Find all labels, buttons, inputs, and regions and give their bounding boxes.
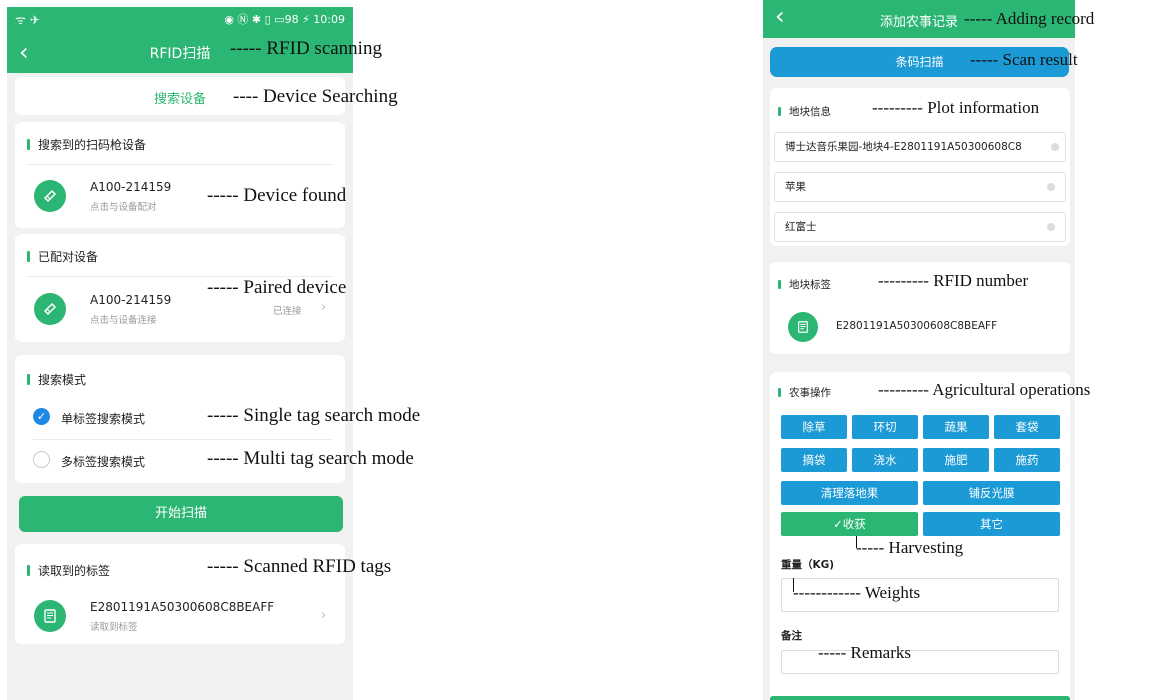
annotation-rfid-scanning: ----- RFID scanning (230, 38, 382, 59)
annotation-scanned-tags: ----- Scanned RFID tags (207, 556, 392, 577)
annotation-harvesting: ----- Harvesting (856, 538, 964, 557)
annotation-multi-mode: ----- Multi tag search mode (207, 448, 414, 469)
scanner-icon (34, 293, 66, 325)
annotation-device-found: ----- Device found (207, 185, 347, 206)
annotation-device-searching: ---- Device Searching (233, 86, 398, 107)
tag-document-icon (34, 600, 66, 632)
mode-label: 单标签搜索模式 (61, 412, 146, 426)
device-subtitle: 点击与设备连接 (90, 315, 157, 326)
variety-field[interactable]: 红富士 (774, 212, 1066, 242)
weight-label: 重量（KG) (781, 559, 835, 571)
op-unbagging-button[interactable]: 摘袋 (781, 448, 847, 472)
crop-field[interactable]: 苹果 (774, 172, 1066, 202)
mode-label: 多标签搜索模式 (61, 455, 146, 469)
annotation-weights: ------------ Weights (793, 583, 921, 602)
section-title: 搜索到的扫码枪设备 (27, 136, 146, 153)
start-scan-button[interactable]: 开始扫描 (19, 496, 343, 532)
tag-subtitle: 读取到标签 (90, 622, 138, 633)
clear-icon[interactable] (1047, 183, 1055, 191)
section-title: 农事操作 (778, 385, 831, 400)
radio-checked-icon: ✓ (33, 408, 50, 425)
op-weeding-button[interactable]: 除草 (781, 415, 847, 439)
annotation-single-mode: ----- Single tag search mode (207, 405, 421, 426)
op-bagging-button[interactable]: 套袋 (994, 415, 1060, 439)
annotation-paired-device: ----- Paired device (207, 277, 347, 298)
device-subtitle: 点击与设备配对 (90, 202, 157, 213)
section-title: 地块信息 (778, 104, 831, 119)
status-right-icons: ◉ Ⓝ ✱ ▯ ▭98 ⚡ (224, 13, 310, 26)
tag-id: E2801191A50300608C8BEAFF (90, 600, 275, 614)
op-thinning-button[interactable]: 蔬果 (923, 415, 989, 439)
op-harvest-button[interactable]: ✓收获 (781, 512, 918, 536)
annotation-remarks: ----- Remarks (818, 643, 911, 662)
op-watering-button[interactable]: 浇水 (852, 448, 918, 472)
found-devices-section: 搜索到的扫码枪设备 A100-214159 点击与设备配对 (15, 122, 345, 228)
clear-icon[interactable] (1051, 143, 1059, 151)
op-girdling-button[interactable]: 环切 (852, 415, 918, 439)
device-name: A100-214159 (90, 180, 172, 194)
tag-row[interactable]: E2801191A50300608C8BEAFF 读取到标签 › (15, 590, 345, 642)
op-clear-fallen-fruit-button[interactable]: 清理落地果 (781, 481, 918, 505)
op-spraying-button[interactable]: 施药 (994, 448, 1060, 472)
annotation-scan-result: ----- Scan result (970, 50, 1078, 69)
annotation-rfid-number: --------- RFID number (878, 271, 1029, 290)
radio-unchecked-icon (33, 451, 50, 468)
status-time: 10:09 (313, 13, 345, 26)
section-title: 已配对设备 (27, 248, 98, 265)
plot-name-field[interactable]: 博士达音乐果园-地块4-E2801191A50300608C8 (774, 132, 1066, 162)
connected-status: 已连接 (273, 306, 302, 317)
op-other-button[interactable]: 其它 (923, 512, 1060, 536)
scanner-icon (34, 180, 66, 212)
section-title: 地块标签 (778, 277, 831, 292)
chevron-right-icon: › (321, 300, 327, 315)
tag-id: E2801191A50300608C8BEAFF (836, 320, 998, 332)
op-reflective-film-button[interactable]: 铺反光膜 (923, 481, 1060, 505)
tag-document-icon (788, 312, 818, 342)
annotation-agricultural-operations: --------- Agricultural operations (878, 380, 1091, 399)
device-name: A100-214159 (90, 293, 172, 307)
status-bar: ᯤ ✈ ◉ Ⓝ ✱ ▯ ▭98 ⚡ 10:09 (7, 7, 353, 29)
op-fertilizing-button[interactable]: 施肥 (923, 448, 989, 472)
left-phone-screen: ᯤ ✈ ◉ Ⓝ ✱ ▯ ▭98 ⚡ 10:09 ‹ RFID扫描 搜索设备 搜索… (7, 7, 353, 700)
section-title: 读取到的标签 (27, 562, 110, 579)
annotation-adding-record: ----- Adding record (964, 9, 1095, 28)
bottom-save-button[interactable] (770, 696, 1070, 700)
section-title: 搜索模式 (27, 371, 86, 388)
annotation-plot-info: --------- Plot information (872, 98, 1040, 117)
remarks-label: 备注 (781, 630, 802, 642)
clear-icon[interactable] (1047, 223, 1055, 231)
status-left-icons: ᯤ ✈ (15, 13, 40, 27)
operations-section: 农事操作 除草 环切 蔬果 套袋 摘袋 浇水 施肥 施药 清理落地果 铺反光膜 … (770, 372, 1070, 700)
chevron-right-icon: › (321, 608, 327, 623)
